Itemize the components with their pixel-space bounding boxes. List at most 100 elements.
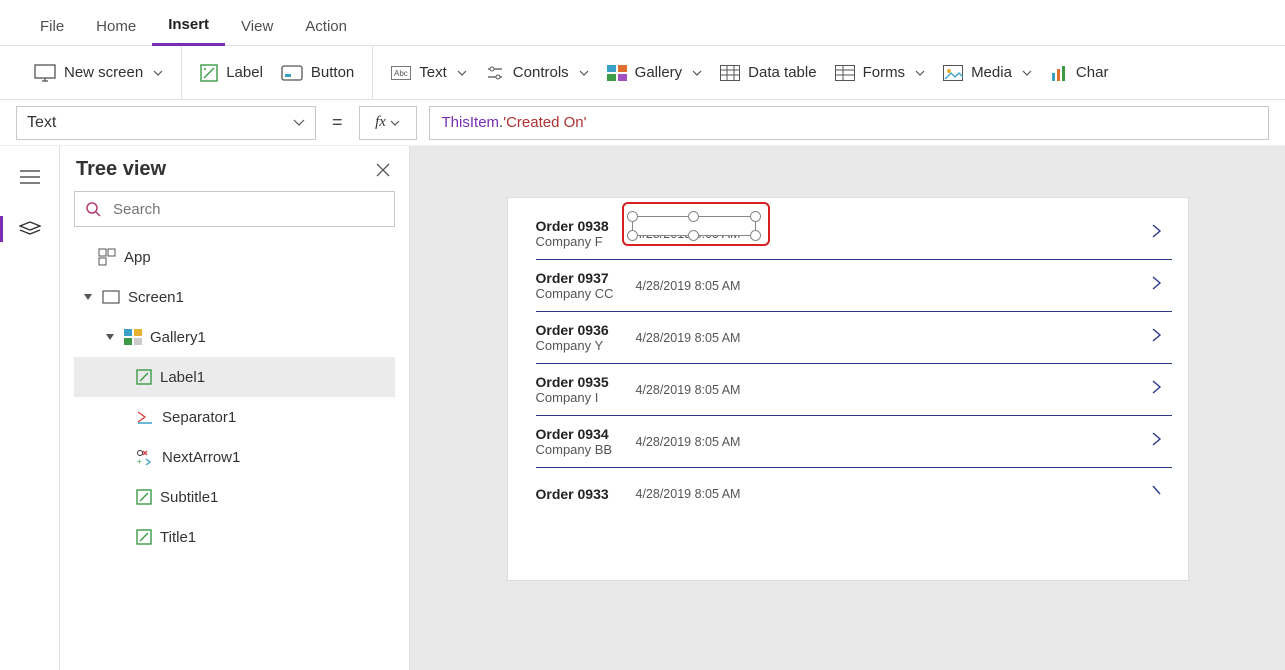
tree-view-rail-button[interactable] (13, 212, 47, 246)
resize-handle[interactable] (627, 230, 638, 241)
label-icon (136, 529, 152, 545)
hamburger-button[interactable] (13, 160, 47, 194)
gallery-row[interactable]: Order 0935Company I4/28/2019 8:05 AM (536, 364, 1172, 416)
tree-search-box[interactable] (74, 191, 395, 227)
menu-home[interactable]: Home (80, 8, 152, 45)
gallery-row-date: 4/28/2019 8:05 AM (636, 435, 741, 449)
tree-node-label1[interactable]: Label1 (74, 357, 395, 397)
insert-text-button[interactable]: Abc Text (391, 64, 467, 81)
tree-node-app[interactable]: App (74, 237, 395, 277)
gallery-row-title: Order 0935 (536, 374, 636, 390)
resize-handle[interactable] (627, 211, 638, 222)
selected-label[interactable] (632, 216, 756, 236)
insert-controls-button[interactable]: Controls (485, 64, 589, 81)
text-icon: Abc (391, 66, 411, 80)
gallery-row[interactable]: Order 09334/28/2019 8:05 AM (536, 468, 1172, 520)
menu-view[interactable]: View (225, 8, 289, 45)
hamburger-icon (20, 170, 40, 184)
insert-label-text: Label (226, 64, 263, 81)
gallery-row[interactable]: Order 0934Company BB4/28/2019 8:05 AM (536, 416, 1172, 468)
menu-action[interactable]: Action (289, 8, 363, 45)
tree-node-title1[interactable]: Title1 (74, 517, 395, 557)
equals-label: = (328, 112, 347, 133)
insert-media-label: Media (971, 64, 1012, 81)
tree-search-input[interactable] (111, 200, 384, 219)
label-icon (136, 489, 152, 505)
tree-label: Separator1 (162, 409, 236, 426)
chevron-down-icon (457, 70, 467, 76)
tree-label: App (124, 249, 151, 266)
screen-icon (34, 64, 56, 82)
insert-button-button[interactable]: Button (281, 64, 354, 81)
controls-icon (485, 65, 505, 81)
new-screen-label: New screen (64, 64, 143, 81)
tree-node-subtitle1[interactable]: Subtitle1 (74, 477, 395, 517)
gallery-icon (607, 65, 627, 81)
canvas[interactable]: Order 0938Company F4/28/2019 8:05 AMOrde… (410, 146, 1285, 670)
gallery-row-date: 4/28/2019 8:05 AM (636, 383, 741, 397)
formula-token-object: ThisItem (442, 114, 500, 131)
fx-button[interactable]: fx (359, 106, 417, 140)
gallery-row-subtitle: Company CC (536, 286, 636, 301)
gallery-row-date: 4/28/2019 8:05 AM (636, 487, 741, 501)
chevron-down-icon (153, 70, 163, 76)
chevron-down-icon (915, 70, 925, 76)
formula-input[interactable]: ThisItem.'Created On' (429, 106, 1269, 140)
gallery-row-title: Order 0936 (536, 322, 636, 338)
gallery-row-title: Order 0933 (536, 486, 636, 502)
content-area: Tree view App Screen1 Gallery1 (0, 146, 1285, 670)
tree-view-title: Tree view (76, 158, 166, 181)
gallery-row-title: Order 0937 (536, 270, 636, 286)
nextarrow-icon: + (136, 449, 154, 465)
gallery-row[interactable]: Order 0936Company Y4/28/2019 8:05 AM (536, 312, 1172, 364)
insert-forms-label: Forms (863, 64, 906, 81)
gallery-row-title: Order 0934 (536, 426, 636, 442)
tree-label: Screen1 (128, 289, 184, 306)
insert-label-button[interactable]: Label (200, 64, 263, 82)
insert-media-button[interactable]: Media (943, 64, 1032, 81)
insert-datatable-label: Data table (748, 64, 816, 81)
property-dropdown[interactable]: Text (16, 106, 316, 140)
insert-datatable-button[interactable]: Data table (720, 64, 816, 81)
gallery-row[interactable]: Order 0937Company CC4/28/2019 8:05 AM (536, 260, 1172, 312)
chevron-down-icon (1022, 70, 1032, 76)
tree-label: Title1 (160, 529, 196, 546)
chevron-right-icon[interactable] (1150, 482, 1164, 507)
menu-insert[interactable]: Insert (152, 6, 225, 46)
button-icon (281, 65, 303, 81)
close-tree-button[interactable] (375, 162, 391, 178)
chevron-right-icon[interactable] (1150, 377, 1164, 402)
app-menubar: File Home Insert View Action (0, 0, 1285, 46)
formula-token-field: 'Created On' (503, 114, 586, 131)
tree-node-nextarrow1[interactable]: + NextArrow1 (74, 437, 395, 477)
tree-node-separator1[interactable]: Separator1 (74, 397, 395, 437)
menu-file[interactable]: File (24, 8, 80, 45)
resize-handle[interactable] (750, 211, 761, 222)
tree-label: Subtitle1 (160, 489, 218, 506)
chevron-down-icon (692, 70, 702, 76)
gallery-preview[interactable]: Order 0938Company F4/28/2019 8:05 AMOrde… (508, 198, 1188, 520)
chevron-right-icon[interactable] (1150, 273, 1164, 298)
tree-node-gallery1[interactable]: Gallery1 (74, 317, 395, 357)
tree-node-screen1[interactable]: Screen1 (74, 277, 395, 317)
insert-forms-button[interactable]: Forms (835, 64, 926, 81)
chevron-right-icon[interactable] (1150, 429, 1164, 454)
fx-icon: fx (375, 114, 386, 131)
media-icon (943, 65, 963, 81)
label-icon (200, 64, 218, 82)
resize-handle[interactable] (750, 230, 761, 241)
screen-preview[interactable]: Order 0938Company F4/28/2019 8:05 AMOrde… (508, 198, 1188, 580)
insert-button-text: Button (311, 64, 354, 81)
insert-chart-button[interactable]: Char (1050, 64, 1109, 81)
search-icon (85, 201, 101, 217)
chevron-right-icon[interactable] (1150, 325, 1164, 350)
resize-handle[interactable] (688, 230, 699, 241)
resize-handle[interactable] (688, 211, 699, 222)
new-screen-button[interactable]: New screen (34, 64, 163, 82)
forms-icon (835, 65, 855, 81)
data-table-icon (720, 65, 740, 81)
chevron-right-icon[interactable] (1150, 221, 1164, 246)
gallery-row[interactable]: Order 0938Company F4/28/2019 8:05 AM (536, 208, 1172, 260)
insert-gallery-button[interactable]: Gallery (607, 64, 703, 81)
gallery-row-subtitle: Company BB (536, 442, 636, 457)
